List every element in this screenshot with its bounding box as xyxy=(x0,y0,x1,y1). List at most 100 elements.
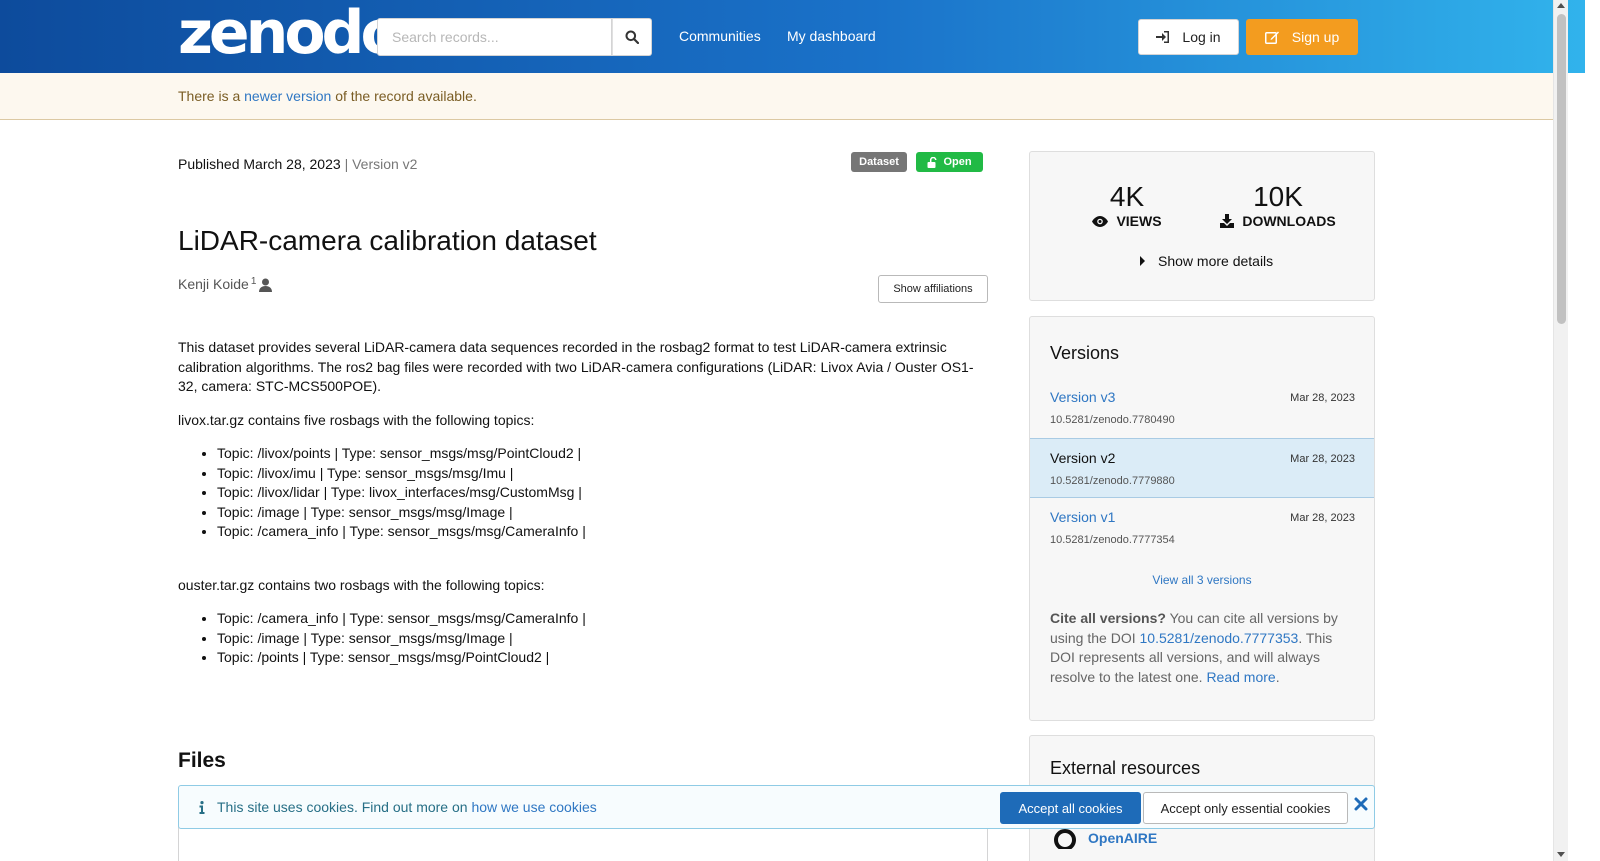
resource-type-badge: Dataset xyxy=(851,152,907,172)
versions-heading: Versions xyxy=(1050,343,1120,363)
list-item: Topic: /points | Type: sensor_msgs/msg/P… xyxy=(217,648,990,668)
record-description: This dataset provides several LiDAR-came… xyxy=(178,338,990,682)
page-scrollbar[interactable] xyxy=(1553,0,1568,861)
version-doi: 10.5281/zenodo.7777354 xyxy=(1050,534,1175,546)
signup-button[interactable]: Sign up xyxy=(1246,19,1358,55)
read-more-link[interactable]: Read more xyxy=(1206,669,1275,685)
cookie-message: This site uses cookies. Find out more on… xyxy=(199,799,597,815)
newer-version-link[interactable]: newer version xyxy=(244,88,331,104)
badge-dataset-label: Dataset xyxy=(859,156,899,168)
cookie-policy-link[interactable]: how we use cookies xyxy=(471,799,596,815)
openaire-link[interactable]: OpenAIRE xyxy=(1052,827,1157,849)
downloads-label: DOWNLOADS xyxy=(1242,213,1336,229)
record-title: LiDAR-camera calibration dataset xyxy=(178,225,597,256)
affiliation-marker: 1 xyxy=(250,276,257,287)
newer-version-notice: There is a newer version of the record a… xyxy=(0,73,1553,120)
ouster-topic-list: Topic: /camera_info | Type: sensor_msgs/… xyxy=(217,609,990,668)
author-name[interactable]: Kenji Koide xyxy=(178,276,249,292)
show-affiliations-button[interactable]: Show affiliations xyxy=(878,275,988,303)
list-item: Topic: /camera_info | Type: sensor_msgs/… xyxy=(217,522,990,542)
list-item: Topic: /image | Type: sensor_msgs/msg/Im… xyxy=(217,629,990,649)
download-icon xyxy=(1220,214,1235,228)
list-item: Topic: /livox/lidar | Type: livox_interf… xyxy=(217,483,990,503)
version-link[interactable]: Version v1 xyxy=(1050,509,1115,525)
cite-all-versions: Cite all versions? You can cite all vers… xyxy=(1050,609,1360,687)
versions-card: Versions Version v3 Mar 28, 2023 10.5281… xyxy=(1029,316,1375,721)
header: zenodo Communities My dashboard Log in S… xyxy=(0,0,1585,73)
version-label: | Version v2 xyxy=(344,156,418,172)
nav-communities[interactable]: Communities xyxy=(679,28,761,44)
badge-open-label: Open xyxy=(943,156,972,168)
livox-intro: livox.tar.gz contains five rosbags with … xyxy=(178,411,535,428)
notice-suffix: of the record available. xyxy=(335,88,477,104)
publication-info: Published March 28, 2023 | Version v2 xyxy=(178,156,417,172)
notice-text: There is a newer version of the record a… xyxy=(178,88,477,104)
cookie-banner: This site uses cookies. Find out more on… xyxy=(178,785,1375,829)
version-link[interactable]: Version v3 xyxy=(1050,389,1115,405)
version-row-v2[interactable]: Version v2 Mar 28, 2023 10.5281/zenodo.7… xyxy=(1030,438,1374,498)
login-label: Log in xyxy=(1182,29,1221,45)
search-icon xyxy=(625,30,639,44)
creator: Kenji Koide 1 xyxy=(178,276,273,292)
list-item: Topic: /image | Type: sensor_msgs/msg/Im… xyxy=(217,503,990,523)
files-heading: Files xyxy=(178,749,226,772)
downloads-stat: 10K DOWNLOADS xyxy=(1220,181,1336,229)
version-date: Mar 28, 2023 xyxy=(1290,453,1355,465)
livox-topic-list: Topic: /livox/points | Type: sensor_msgs… xyxy=(217,444,990,542)
list-item: Topic: /livox/imu | Type: sensor_msgs/ms… xyxy=(217,464,990,484)
user-icon xyxy=(259,278,273,292)
nav-my-dashboard[interactable]: My dashboard xyxy=(787,28,876,44)
close-icon[interactable] xyxy=(1353,796,1369,812)
cookie-text: This site uses cookies. Find out more on xyxy=(217,799,468,815)
version-date: Mar 28, 2023 xyxy=(1290,392,1355,404)
files-panel xyxy=(178,826,988,861)
downloads-count: 10K xyxy=(1253,181,1303,212)
accept-all-cookies-button[interactable]: Accept all cookies xyxy=(1000,792,1141,824)
info-icon xyxy=(199,800,205,814)
concept-doi-link[interactable]: 10.5281/zenodo.7777353 xyxy=(1140,630,1299,646)
more-details-label: Show more details xyxy=(1158,253,1274,269)
search-button[interactable] xyxy=(612,18,652,56)
views-label-row: VIEWS xyxy=(1092,213,1162,229)
login-button[interactable]: Log in xyxy=(1138,19,1239,55)
login-icon xyxy=(1156,31,1170,43)
views-stat: 4K VIEWS xyxy=(1092,181,1162,229)
show-more-details-toggle[interactable]: Show more details xyxy=(1140,253,1273,269)
signup-label: Sign up xyxy=(1291,29,1340,45)
search-bar xyxy=(377,18,652,56)
views-label: VIEWS xyxy=(1116,213,1162,229)
cite-end: . xyxy=(1275,668,1280,685)
search-input[interactable] xyxy=(377,18,612,56)
cite-heading: Cite all versions? xyxy=(1050,610,1166,626)
published-date: Published March 28, 2023 xyxy=(178,156,341,172)
zenodo-logo[interactable]: zenodo xyxy=(178,2,402,64)
scroll-thumb[interactable] xyxy=(1557,14,1566,324)
description-paragraph: This dataset provides several LiDAR-came… xyxy=(178,339,974,394)
notice-prefix: There is a xyxy=(178,88,241,104)
version-date: Mar 28, 2023 xyxy=(1290,512,1355,524)
list-item: Topic: /livox/points | Type: sensor_msgs… xyxy=(217,444,990,464)
scroll-up-arrow[interactable] xyxy=(1557,3,1565,8)
scroll-down-arrow[interactable] xyxy=(1557,852,1565,857)
ouster-intro: ouster.tar.gz contains two rosbags with … xyxy=(178,576,545,593)
access-status-badge: Open xyxy=(916,152,983,172)
external-resources-heading: External resources xyxy=(1050,758,1201,778)
version-link[interactable]: Version v2 xyxy=(1050,450,1115,466)
list-item: Topic: /camera_info | Type: sensor_msgs/… xyxy=(217,609,990,629)
accept-essential-cookies-button[interactable]: Accept only essential cookies xyxy=(1143,792,1348,824)
caret-right-icon xyxy=(1140,256,1145,266)
edit-icon xyxy=(1264,31,1279,44)
version-doi: 10.5281/zenodo.7780490 xyxy=(1050,414,1175,426)
unlock-icon xyxy=(927,156,937,168)
downloads-label-row: DOWNLOADS xyxy=(1220,213,1336,229)
version-doi: 10.5281/zenodo.7779880 xyxy=(1050,475,1175,487)
openaire-label: OpenAIRE xyxy=(1088,830,1158,846)
version-row-v1[interactable]: Version v1 Mar 28, 2023 10.5281/zenodo.7… xyxy=(1030,498,1374,558)
view-all-versions-link[interactable]: View all 3 versions xyxy=(1030,573,1374,587)
eye-icon xyxy=(1092,215,1109,227)
stats-card: 4K VIEWS 10K DOWNLOADS Show more details xyxy=(1029,151,1375,301)
views-count: 4K xyxy=(1109,181,1145,212)
version-row-v3[interactable]: Version v3 Mar 28, 2023 10.5281/zenodo.7… xyxy=(1030,378,1374,438)
openaire-icon xyxy=(1054,829,1076,849)
